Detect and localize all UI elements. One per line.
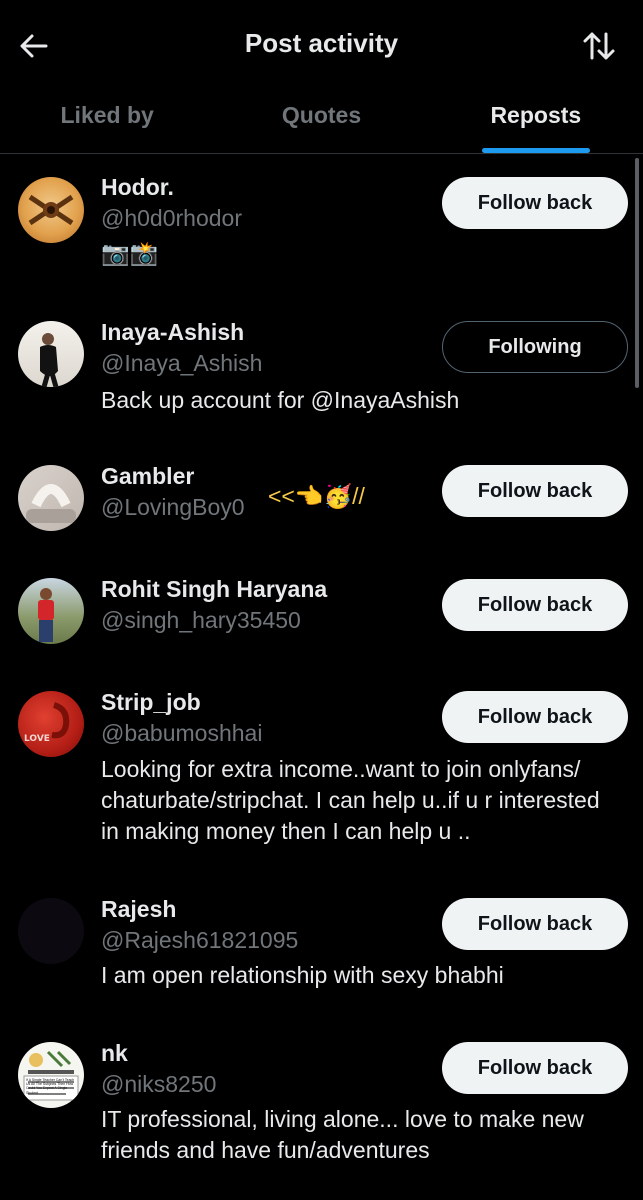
user-handle[interactable]: @singh_hary35450 [101,607,301,634]
tab-label: Reposts [490,102,582,128]
avatar-caption: If A Single Teacher Can't Teach Us All T… [26,1078,75,1095]
avatar-image [40,333,59,387]
user-handle[interactable]: @niks8250 [101,1071,216,1098]
sort-arrows-icon [583,32,615,60]
following-button[interactable]: Following [442,321,628,373]
avatar[interactable] [18,465,84,531]
avatar-image [26,484,76,523]
user-name[interactable]: Gambler [101,463,194,490]
active-tab-indicator [481,148,590,153]
follow-back-button[interactable]: Follow back [442,177,628,229]
list-item[interactable]: Rohit Singh Haryana @singh_hary35450 Fol… [0,576,643,656]
user-handle[interactable]: @h0d0rhodor [101,205,242,232]
list-item[interactable]: Hodor. @h0d0rhodor 📷📸 Follow back [0,174,643,284]
avatar[interactable] [18,321,84,387]
avatar[interactable]: LOVE [18,691,84,757]
user-bio: I am open relationship with sexy bhabhi [101,962,504,988]
user-name[interactable]: nk [101,1040,128,1067]
tab-reposts[interactable]: Reposts [429,90,643,153]
list-item[interactable]: If A Single Teacher Can't Teach Us All T… [0,1040,643,1170]
tab-label: Quotes [281,102,362,128]
follow-back-button[interactable]: Follow back [442,1042,628,1094]
avatar-text: LOVE [24,734,50,744]
tab-liked-by[interactable]: Liked by [0,90,214,153]
list-item[interactable]: Rajesh @Rajesh61821095 I am open relatio… [0,896,643,1006]
follow-back-button[interactable]: Follow back [442,898,628,950]
list-item[interactable]: LOVE Strip_job @babumoshhai Looking for … [0,689,643,854]
user-name[interactable]: Hodor. [101,174,174,201]
user-emoji-tag: <<👈🥳// [268,483,365,509]
user-bio: Back up account for @InayaAshish [101,387,460,413]
tab-bar: Liked by Quotes Reposts [0,90,643,154]
page-title: Post activity [244,28,399,58]
avatar-image [28,194,74,226]
follow-back-button[interactable]: Follow back [442,691,628,743]
user-handle[interactable]: @babumoshhai [101,720,262,747]
avatar-image [23,1050,79,1101]
avatar[interactable] [18,898,84,964]
user-bio: IT professional, living alone... love to… [101,1106,584,1163]
sort-button[interactable] [577,24,621,68]
avatar-image [38,588,54,642]
user-bio: 📷📸 [101,240,159,266]
user-handle[interactable]: @LovingBoy0 [101,494,245,521]
user-name[interactable]: Rohit Singh Haryana [101,576,327,603]
follow-back-button[interactable]: Follow back [442,579,628,631]
user-name[interactable]: Inaya-Ashish [101,319,244,346]
post-activity-screen: Post activity Liked by Quotes Reposts Ho… [0,0,643,1200]
follow-back-button[interactable]: Follow back [442,465,628,517]
user-name[interactable]: Rajesh [101,896,176,923]
avatar[interactable] [18,177,84,243]
user-name[interactable]: Strip_job [101,689,201,716]
avatar[interactable] [18,578,84,644]
avatar-image: LOVE [24,702,70,744]
user-handle[interactable]: @Rajesh61821095 [101,927,298,954]
list-item[interactable]: Gambler @LovingBoy0 <<👈🥳// Follow back [0,463,643,543]
tab-label: Liked by [60,102,154,128]
list-item[interactable]: Inaya-Ashish @Inaya_Ashish Back up accou… [0,319,643,429]
user-bio: Looking for extra income..want to join o… [101,756,600,844]
avatar[interactable]: If A Single Teacher Can't Teach Us All T… [18,1042,84,1108]
tab-quotes[interactable]: Quotes [214,90,428,153]
user-handle[interactable]: @Inaya_Ashish [101,350,262,377]
header: Post activity [0,0,643,90]
